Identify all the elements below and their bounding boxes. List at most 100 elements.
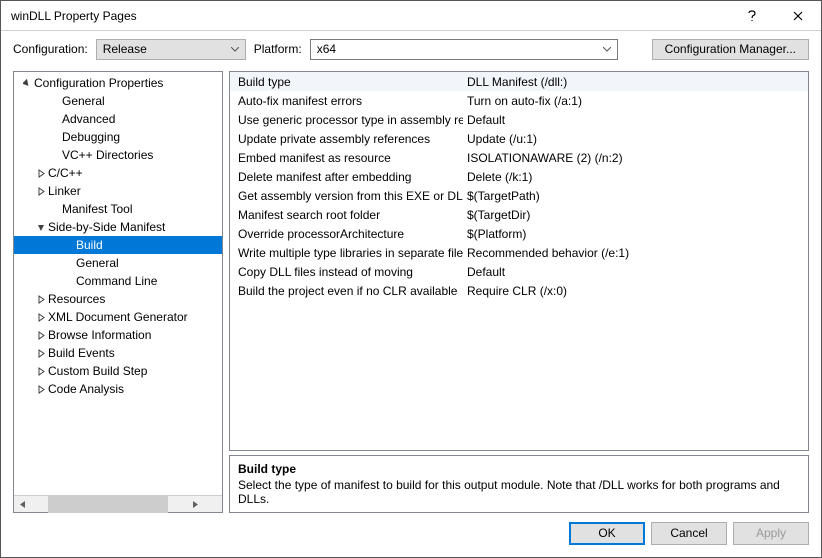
expander-closed-icon[interactable] (34, 331, 48, 340)
tree-item-label: Build Events (48, 346, 115, 360)
property-value[interactable]: Default (463, 265, 808, 279)
config-manager-button[interactable]: Configuration Manager... (652, 39, 809, 60)
configuration-label: Configuration: (13, 42, 88, 56)
tree-item[interactable]: General (14, 92, 222, 110)
tree-item[interactable]: Code Analysis (14, 380, 222, 398)
tree-item[interactable]: Debugging (14, 128, 222, 146)
grid-row[interactable]: Embed manifest as resourceISOLATIONAWARE… (230, 148, 808, 167)
property-name: Update private assembly references (230, 132, 463, 146)
tree-item[interactable]: Build (14, 236, 222, 254)
tree-item-label: Browse Information (48, 328, 151, 342)
property-value[interactable]: $(TargetDir) (463, 208, 808, 222)
tree-item-label: Build (76, 238, 103, 252)
tree-item-label: C/C++ (48, 166, 83, 180)
grid-row[interactable]: Use generic processor type in assembly r… (230, 110, 808, 129)
grid-row[interactable]: Auto-fix manifest errorsTurn on auto-fix… (230, 91, 808, 110)
config-bar: Configuration: Release Platform: x64 Con… (1, 31, 821, 67)
property-name: Embed manifest as resource (230, 151, 463, 165)
description-panel: Build type Select the type of manifest t… (229, 455, 809, 513)
scroll-left-icon[interactable] (14, 496, 31, 513)
scroll-thumb[interactable] (48, 496, 168, 513)
property-value[interactable]: Require CLR (/x:0) (463, 284, 808, 298)
property-value[interactable]: ISOLATIONAWARE (2) (/n:2) (463, 151, 808, 165)
tree-item-label: Code Analysis (48, 382, 124, 396)
tree-item-label: Debugging (62, 130, 120, 144)
config-manager-label: Configuration Manager... (665, 42, 796, 56)
property-name: Use generic processor type in assembly r… (230, 113, 463, 127)
property-name: Build type (230, 75, 463, 89)
configuration-value: Release (103, 42, 147, 56)
platform-combo[interactable]: x64 (310, 39, 618, 60)
property-grid[interactable]: Build typeDLL Manifest (/dll:)Auto-fix m… (229, 71, 809, 451)
scroll-right-icon[interactable] (168, 496, 222, 513)
expander-open-icon[interactable] (34, 223, 48, 232)
titlebar: winDLL Property Pages (1, 1, 821, 31)
tree-item[interactable]: Linker (14, 182, 222, 200)
tree-item-label: XML Document Generator (48, 310, 188, 324)
configuration-combo[interactable]: Release (96, 39, 246, 60)
property-name: Get assembly version from this EXE or DL… (230, 189, 463, 203)
description-body: Select the type of manifest to build for… (238, 478, 800, 506)
expander-closed-icon[interactable] (34, 169, 48, 178)
tree-item[interactable]: General (14, 254, 222, 272)
grid-row[interactable]: Override processorArchitecture$(Platform… (230, 224, 808, 243)
tree-item[interactable]: Build Events (14, 344, 222, 362)
tree-root-label: Configuration Properties (34, 76, 163, 90)
tree-root[interactable]: Configuration Properties (14, 74, 222, 92)
expander-closed-icon[interactable] (34, 313, 48, 322)
property-name: Delete manifest after embedding (230, 170, 463, 184)
tree-item[interactable]: Browse Information (14, 326, 222, 344)
tree-item-label: VC++ Directories (62, 148, 153, 162)
expander-closed-icon[interactable] (34, 349, 48, 358)
tree-item[interactable]: Advanced (14, 110, 222, 128)
tree-item[interactable]: VC++ Directories (14, 146, 222, 164)
property-value[interactable]: DLL Manifest (/dll:) (463, 75, 808, 89)
expander-open-icon[interactable] (20, 79, 34, 88)
help-button[interactable] (729, 1, 775, 31)
tree-item[interactable]: C/C++ (14, 164, 222, 182)
tree-hscrollbar[interactable] (14, 495, 222, 512)
footer: OK Cancel Apply (1, 513, 821, 553)
tree-item[interactable]: Custom Build Step (14, 362, 222, 380)
property-value[interactable]: Update (/u:1) (463, 132, 808, 146)
cancel-button[interactable]: Cancel (651, 522, 727, 545)
tree-item[interactable]: XML Document Generator (14, 308, 222, 326)
tree-item[interactable]: Side-by-Side Manifest (14, 218, 222, 236)
tree-item[interactable]: Resources (14, 290, 222, 308)
property-value[interactable]: $(Platform) (463, 227, 808, 241)
grid-row[interactable]: Build the project even if no CLR availab… (230, 281, 808, 300)
grid-row[interactable]: Manifest search root folder$(TargetDir) (230, 205, 808, 224)
property-value[interactable]: Recommended behavior (/e:1) (463, 246, 808, 260)
expander-closed-icon[interactable] (34, 187, 48, 196)
property-value[interactable]: $(TargetPath) (463, 189, 808, 203)
window-title: winDLL Property Pages (11, 9, 729, 23)
property-value[interactable]: Default (463, 113, 808, 127)
tree-item-label: Manifest Tool (62, 202, 132, 216)
grid-row[interactable]: Delete manifest after embeddingDelete (/… (230, 167, 808, 186)
tree-item-label: General (62, 94, 105, 108)
expander-closed-icon[interactable] (34, 385, 48, 394)
expander-closed-icon[interactable] (34, 367, 48, 376)
grid-row[interactable]: Build typeDLL Manifest (/dll:) (230, 72, 808, 91)
tree-item-label: Linker (48, 184, 81, 198)
grid-row[interactable]: Update private assembly referencesUpdate… (230, 129, 808, 148)
chevron-down-icon (231, 47, 239, 52)
grid-row[interactable]: Get assembly version from this EXE or DL… (230, 186, 808, 205)
tree-item-label: Advanced (62, 112, 115, 126)
property-value[interactable]: Turn on auto-fix (/a:1) (463, 94, 808, 108)
main-area: Configuration Properties General Advanced… (1, 67, 821, 513)
expander-closed-icon[interactable] (34, 295, 48, 304)
ok-button[interactable]: OK (569, 522, 645, 545)
tree-item[interactable]: Manifest Tool (14, 200, 222, 218)
property-name: Write multiple type libraries in separat… (230, 246, 463, 260)
grid-row[interactable]: Write multiple type libraries in separat… (230, 243, 808, 262)
tree[interactable]: Configuration Properties General Advanced… (14, 72, 222, 495)
property-name: Build the project even if no CLR availab… (230, 284, 463, 298)
property-name: Auto-fix manifest errors (230, 94, 463, 108)
close-button[interactable] (775, 1, 821, 31)
property-value[interactable]: Delete (/k:1) (463, 170, 808, 184)
grid-row[interactable]: Copy DLL files instead of movingDefault (230, 262, 808, 281)
property-name: Manifest search root folder (230, 208, 463, 222)
ok-label: OK (598, 526, 615, 540)
tree-item[interactable]: Command Line (14, 272, 222, 290)
